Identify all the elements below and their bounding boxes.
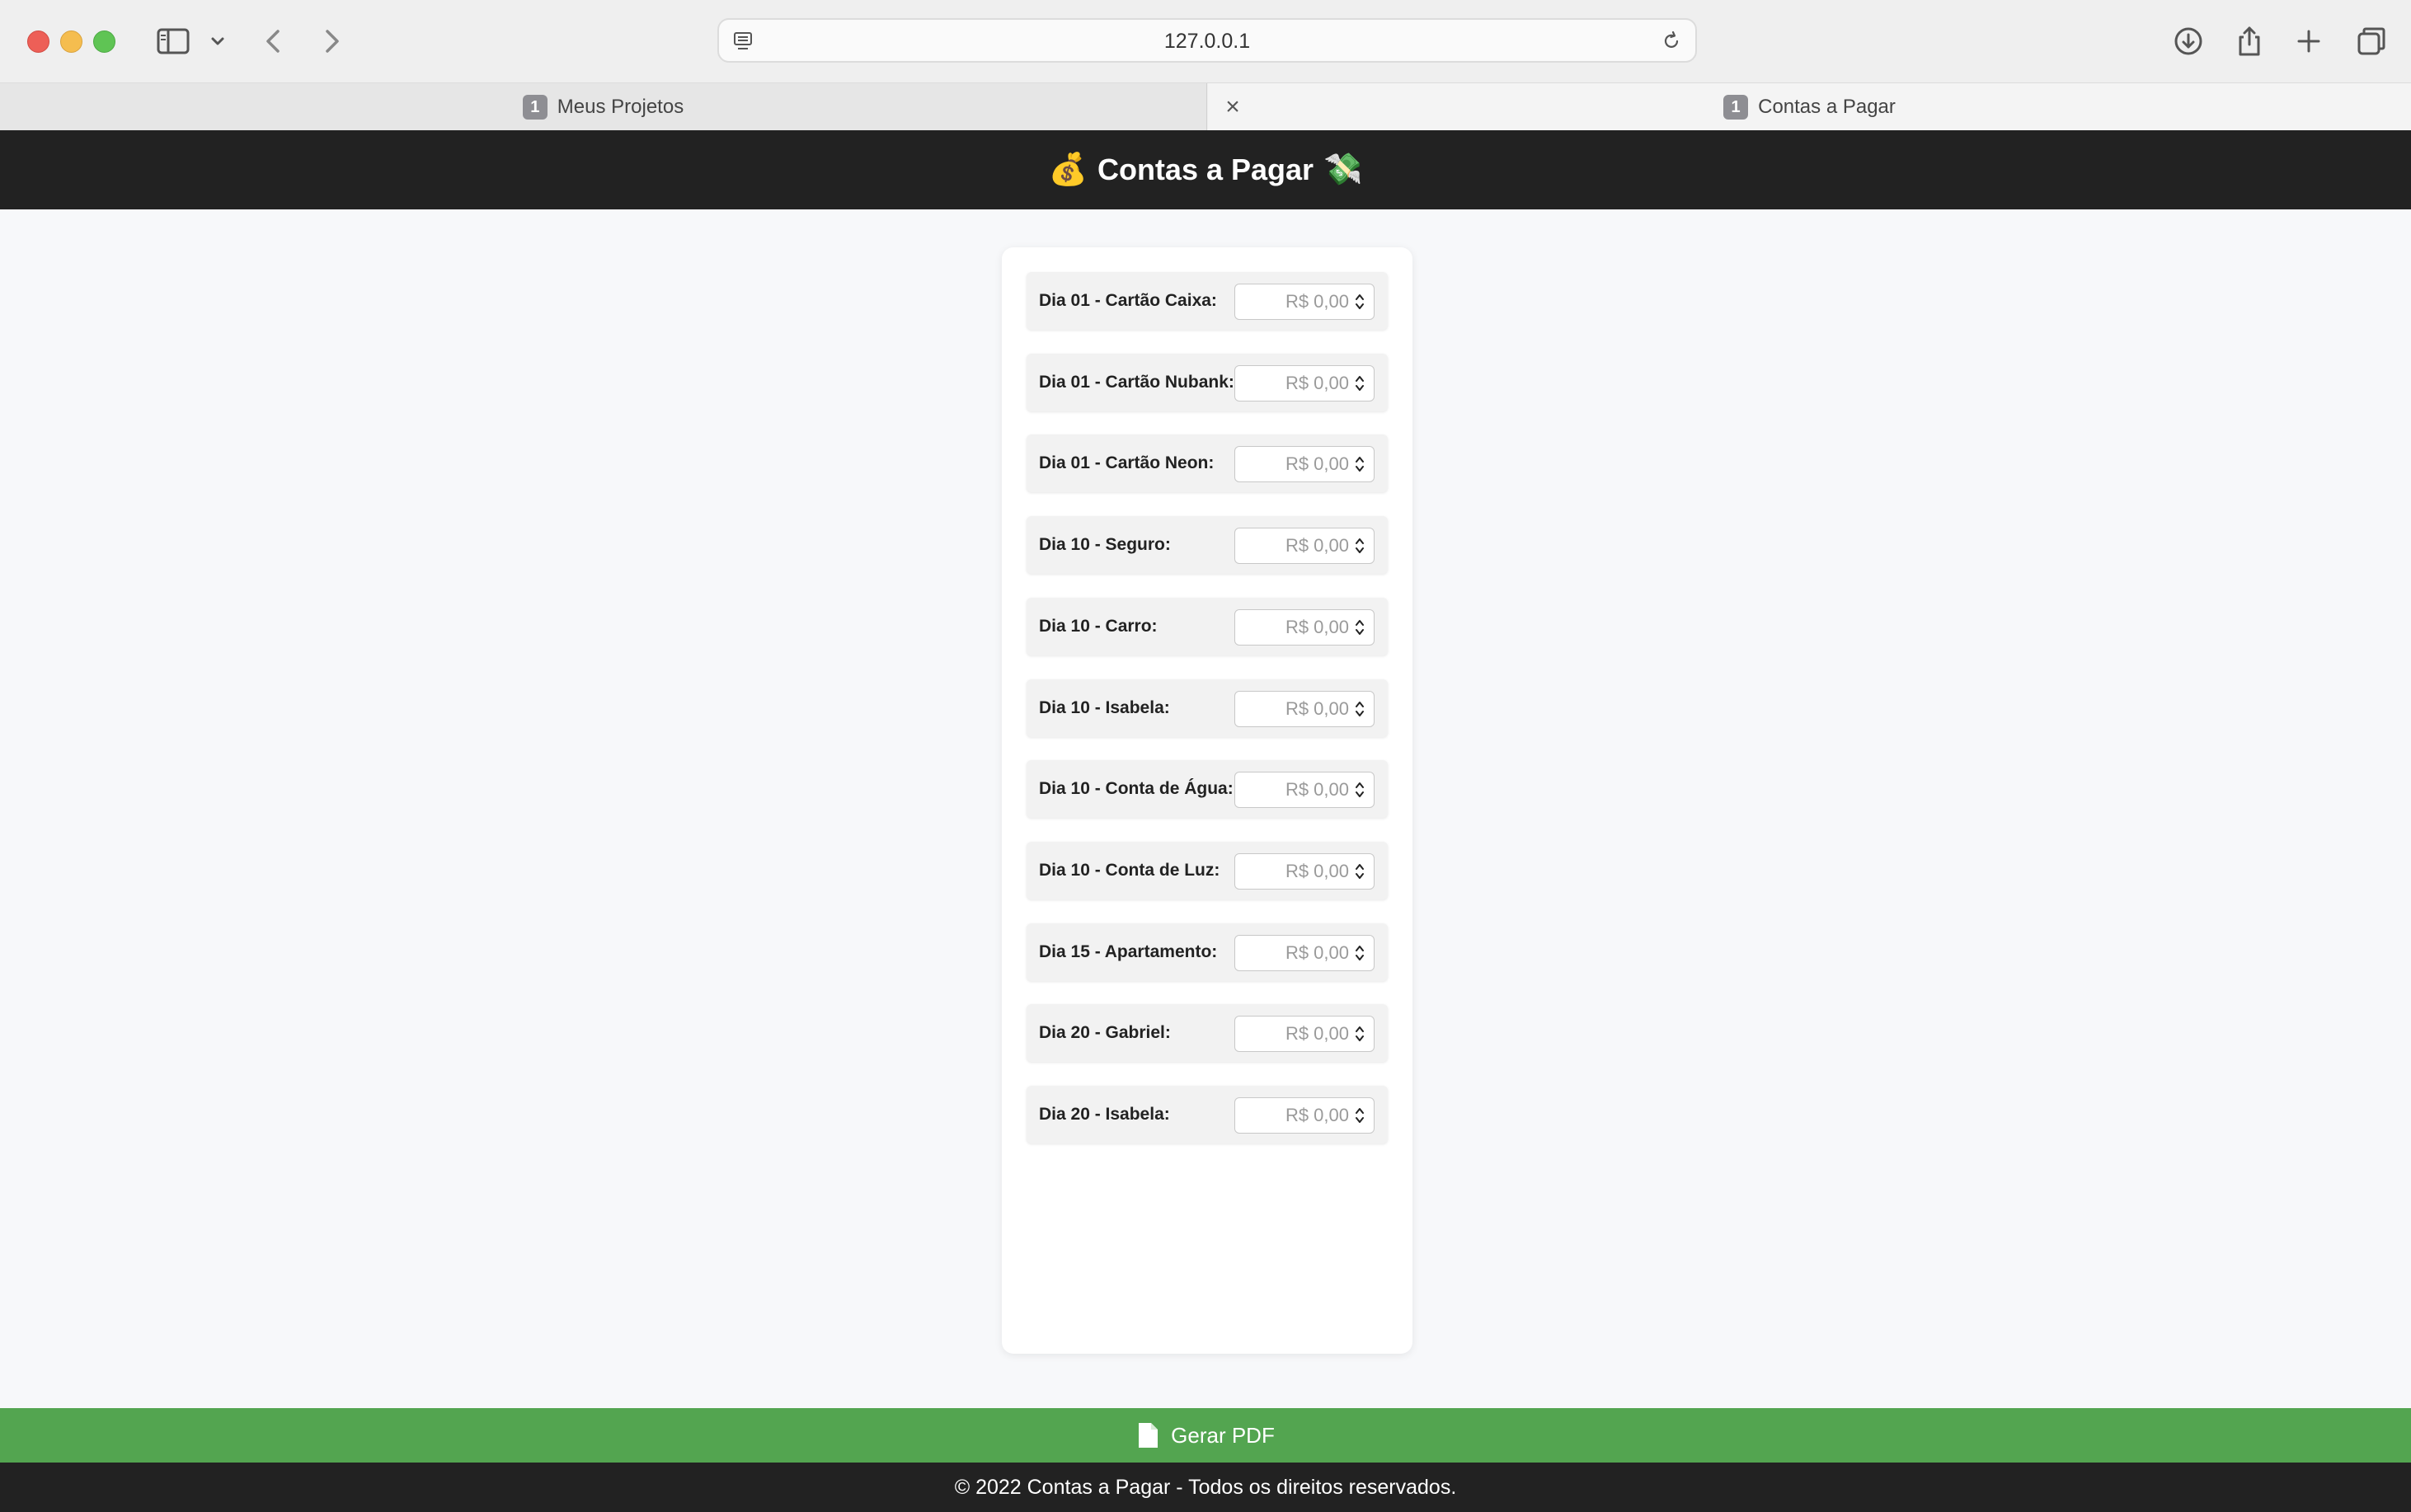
bill-amount-container xyxy=(1234,284,1375,320)
money-bag-icon: 💰 xyxy=(1048,153,1088,187)
bill-amount-container xyxy=(1234,935,1375,971)
bills-card: Dia 01 - Cartão Caixa: Dia 01 - Cartão Nu… xyxy=(1002,247,1412,1354)
bill-amount-container xyxy=(1234,853,1375,890)
bill-label: Dia 20 - Isabela: xyxy=(1039,1105,1170,1124)
bill-amount-container xyxy=(1234,1016,1375,1052)
bill-label: Dia 10 - Conta de Luz: xyxy=(1039,861,1220,880)
close-window-button[interactable] xyxy=(27,31,49,53)
tab-label: Contas a Pagar xyxy=(1758,96,1896,118)
bill-row: Dia 10 - Seguro: xyxy=(1027,516,1388,574)
bill-label: Dia 15 - Apartamento: xyxy=(1039,942,1218,961)
bill-label: Dia 10 - Isabela: xyxy=(1039,698,1170,717)
bill-row: Dia 20 - Isabela: xyxy=(1027,1086,1388,1143)
bill-amount-input[interactable] xyxy=(1235,936,1351,970)
generate-pdf-label: Gerar PDF xyxy=(1171,1422,1275,1448)
tab-overview-icon[interactable] xyxy=(2352,21,2391,61)
stepper-arrows-icon[interactable] xyxy=(1354,860,1365,883)
bill-amount-input[interactable] xyxy=(1235,1017,1351,1050)
bill-label: Dia 01 - Cartão Neon: xyxy=(1039,453,1215,472)
close-tab-icon[interactable]: × xyxy=(1215,83,1251,131)
money-wings-icon: 💸 xyxy=(1323,153,1363,187)
bill-label: Dia 01 - Cartão Nubank: xyxy=(1039,373,1234,392)
bill-label: Dia 10 - Conta de Água: xyxy=(1039,779,1234,798)
download-icon[interactable] xyxy=(2169,21,2208,61)
tab-bar: 1 Meus Projetos × 1 Contas a Pagar xyxy=(0,82,2411,131)
stepper-arrows-icon[interactable] xyxy=(1354,453,1365,476)
bill-amount-container xyxy=(1234,1097,1375,1134)
bill-amount-input[interactable] xyxy=(1235,528,1351,562)
address-bar[interactable]: 127.0.0.1 xyxy=(717,18,1697,63)
generate-pdf-button[interactable]: Gerar PDF xyxy=(0,1408,2411,1463)
bill-amount-container xyxy=(1234,446,1375,482)
stepper-arrows-icon[interactable] xyxy=(1354,1022,1365,1045)
bill-row: Dia 01 - Cartão Nubank: xyxy=(1027,354,1388,411)
bill-amount-input[interactable] xyxy=(1235,1098,1351,1132)
share-icon[interactable] xyxy=(2230,21,2269,61)
bill-amount-container xyxy=(1234,609,1375,646)
forward-icon[interactable] xyxy=(312,21,351,61)
bill-row: Dia 01 - Cartão Neon: xyxy=(1027,434,1388,492)
stepper-arrows-icon[interactable] xyxy=(1354,372,1365,395)
bill-row: Dia 10 - Carro: xyxy=(1027,598,1388,655)
tab-badge: 1 xyxy=(1723,95,1749,120)
page-header: 💰 Contas a Pagar 💸 xyxy=(0,130,2411,209)
tab-badge: 1 xyxy=(522,95,548,120)
page-title: Contas a Pagar xyxy=(1097,153,1314,186)
bill-amount-input[interactable] xyxy=(1235,447,1351,481)
bill-amount-input[interactable] xyxy=(1235,772,1351,806)
minimize-window-button[interactable] xyxy=(60,31,82,53)
bill-amount-container xyxy=(1234,528,1375,564)
bill-row: Dia 01 - Cartão Caixa: xyxy=(1027,272,1388,330)
tab-contas-a-pagar[interactable]: × 1 Contas a Pagar xyxy=(1208,83,2411,131)
bill-amount-container xyxy=(1234,691,1375,727)
back-icon[interactable] xyxy=(254,21,294,61)
reload-icon[interactable] xyxy=(1659,29,1684,54)
stepper-arrows-icon[interactable] xyxy=(1354,697,1365,721)
sidebar-icon[interactable] xyxy=(153,21,193,61)
bill-label: Dia 10 - Seguro: xyxy=(1039,535,1171,554)
tab-label: Meus Projetos xyxy=(557,96,684,118)
bill-amount-input[interactable] xyxy=(1235,284,1351,318)
bill-amount-input[interactable] xyxy=(1235,854,1351,888)
bill-label: Dia 10 - Carro: xyxy=(1039,617,1158,636)
stepper-arrows-icon[interactable] xyxy=(1354,616,1365,639)
stepper-arrows-icon[interactable] xyxy=(1354,290,1365,313)
document-icon xyxy=(1139,1423,1159,1448)
bill-row: Dia 10 - Isabela: xyxy=(1027,679,1388,737)
bill-amount-input[interactable] xyxy=(1235,610,1351,644)
stepper-arrows-icon[interactable] xyxy=(1354,534,1365,557)
stepper-arrows-icon[interactable] xyxy=(1354,778,1365,801)
bill-amount-container xyxy=(1234,772,1375,808)
chevron-down-icon[interactable] xyxy=(204,21,231,61)
new-tab-icon[interactable] xyxy=(2289,21,2329,61)
browser-toolbar: 127.0.0.1 xyxy=(0,0,2411,82)
bill-row: Dia 10 - Conta de Luz: xyxy=(1027,842,1388,899)
url-text: 127.0.0.1 xyxy=(1163,30,1251,53)
page-footer: © 2022 Contas a Pagar - Todos os direito… xyxy=(0,1463,2411,1512)
stepper-arrows-icon[interactable] xyxy=(1354,941,1365,965)
bill-row: Dia 10 - Conta de Água: xyxy=(1027,760,1388,818)
bill-row: Dia 15 - Apartamento: xyxy=(1027,923,1388,981)
bill-label: Dia 01 - Cartão Caixa: xyxy=(1039,291,1217,310)
zoom-window-button[interactable] xyxy=(93,31,115,53)
bill-amount-container xyxy=(1234,365,1375,401)
tab-meus-projetos[interactable]: 1 Meus Projetos xyxy=(0,83,1207,131)
bill-label: Dia 20 - Gabriel: xyxy=(1039,1023,1171,1042)
bill-row: Dia 20 - Gabriel: xyxy=(1027,1004,1388,1062)
stepper-arrows-icon[interactable] xyxy=(1354,1104,1365,1127)
copyright-text: © 2022 Contas a Pagar - Todos os direito… xyxy=(954,1475,1457,1499)
bill-amount-input[interactable] xyxy=(1235,366,1351,400)
bill-amount-input[interactable] xyxy=(1235,692,1351,725)
